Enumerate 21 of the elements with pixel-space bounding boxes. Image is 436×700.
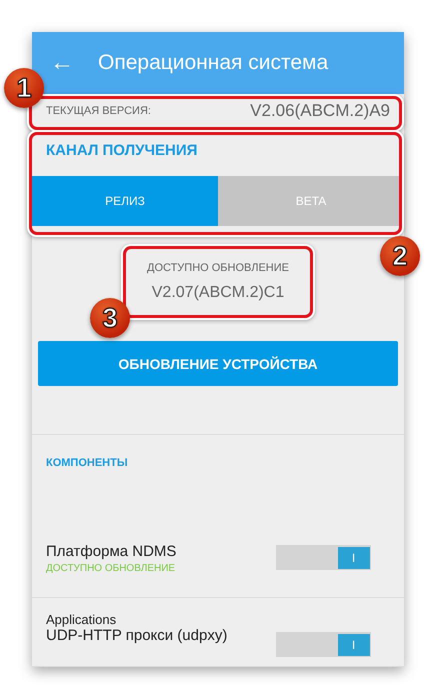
update-version: V2.07(ABCM.2)C1	[152, 284, 284, 302]
toggle-thumb[interactable]: I	[338, 546, 370, 568]
component-toggle[interactable]: I	[276, 545, 371, 570]
current-version-label: ТЕКУЩАЯ ВЕРСИЯ:	[46, 105, 151, 117]
component-group: Applications	[46, 612, 228, 627]
back-button[interactable]: ←	[50, 51, 74, 75]
screen-title: Операционная система	[98, 51, 328, 75]
update-device-button[interactable]: ОБНОВЛЕНИЕ УСТРОЙСТВА	[38, 341, 398, 386]
channel-option[interactable]: РЕЛИЗ	[32, 176, 218, 226]
callout-badge: 1	[4, 68, 44, 108]
component-name: Платформа NDMS	[46, 543, 176, 560]
callout-badge: 3	[90, 298, 130, 338]
component-toggle[interactable]: I	[276, 632, 371, 657]
component-status: ДОСТУПНО ОБНОВЛЕНИЕ	[46, 563, 176, 574]
callout-badge: 2	[380, 236, 420, 276]
channel-heading: КАНАЛ ПОЛУЧЕНИЯ	[46, 142, 198, 159]
current-version-value: V2.06(ABCM.2)A9	[250, 101, 390, 121]
component-name: UDP-HTTP прокси (udpxy)	[46, 627, 228, 644]
update-available-label: ДОСТУПНО ОБНОВЛЕНИЕ	[147, 262, 289, 274]
toggle-thumb[interactable]: I	[338, 634, 370, 656]
components-heading: КОМПОНЕНТЫ	[46, 457, 129, 469]
